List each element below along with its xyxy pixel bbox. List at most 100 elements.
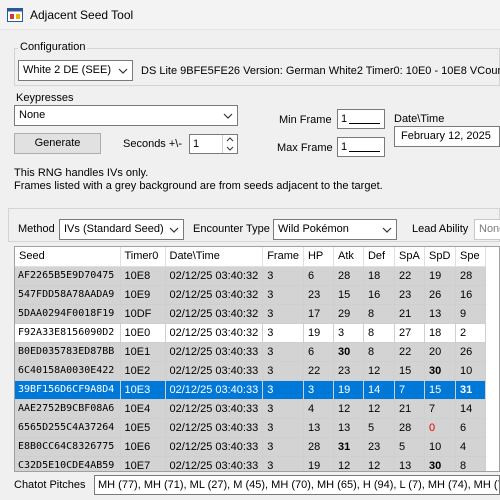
table-cell: 5DAA0294F0018F19 bbox=[15, 304, 121, 324]
results-table: Seed Timer0 Date\Time Frame HP Atk Def SpA SpD Sp… bbox=[15, 247, 486, 471]
table-cell: 15 bbox=[333, 285, 364, 305]
table-row[interactable]: 6565D255C4A37264 10E5 02/12/25 03:40:33 3 13… bbox=[15, 418, 486, 438]
table-cell: 28 bbox=[333, 266, 364, 286]
table-cell: 28 bbox=[303, 437, 334, 457]
table-cell: AF2265B5E9D70475 bbox=[15, 266, 121, 286]
table-cell: 4 bbox=[455, 437, 486, 457]
table-cell: 23 bbox=[333, 361, 364, 381]
table-cell: 8 bbox=[455, 456, 486, 471]
table-cell: 10E3 bbox=[120, 380, 166, 400]
table-row[interactable]: B0ED035783ED87BB 10E1 02/12/25 03:40:33 3 6 3… bbox=[15, 342, 486, 362]
app-icon bbox=[7, 8, 23, 22]
keypresses-dropdown[interactable]: None bbox=[14, 105, 238, 126]
table-cell: 28 bbox=[455, 266, 486, 286]
configuration-dropdown[interactable]: White 2 DE (SEE) bbox=[18, 60, 133, 81]
chevron-down-icon bbox=[380, 222, 394, 237]
table-cell: 30 bbox=[333, 342, 364, 362]
table-cell: 10E9 bbox=[120, 285, 166, 305]
column-header[interactable]: Date\Time bbox=[165, 247, 264, 267]
table-row[interactable]: AF2265B5E9D70475 10E8 02/12/25 03:40:32 3 6 2… bbox=[15, 266, 486, 286]
table-row[interactable]: F92A33E8156090D2 10E0 02/12/25 03:40:32 3 19… bbox=[15, 323, 486, 343]
chevron-down-icon bbox=[167, 222, 181, 237]
table-cell: 0 bbox=[424, 418, 456, 438]
table-header: Seed Timer0 Date\Time Frame HP Atk Def SpA SpD Sp… bbox=[15, 247, 486, 267]
table-cell: 26 bbox=[455, 342, 486, 362]
table-cell: 3 bbox=[303, 380, 334, 400]
max-frame-input[interactable]: 1 bbox=[337, 137, 385, 157]
seconds-spinner[interactable]: 1 bbox=[189, 134, 238, 154]
table-row[interactable]: AAE2752B9CBF08A6 10E4 02/12/25 03:40:33 3 4 1… bbox=[15, 399, 486, 419]
table-cell: 18 bbox=[363, 266, 395, 286]
input-underline bbox=[349, 123, 380, 124]
column-header[interactable]: SpA bbox=[394, 247, 425, 267]
table-cell: 6 bbox=[455, 418, 486, 438]
info-line-1: This RNG handles IVs only. bbox=[14, 167, 149, 179]
table-cell: 15 bbox=[424, 380, 456, 400]
table-cell: 19 bbox=[424, 266, 456, 286]
keypresses-label: Keypresses bbox=[16, 92, 74, 104]
table-row[interactable]: 39BF156D6CF9A8D4 10E3 02/12/25 03:40:33 3 3 1… bbox=[15, 380, 486, 400]
info-line-2: Frames listed with a grey background are… bbox=[14, 180, 383, 192]
generate-button[interactable]: Generate bbox=[14, 133, 101, 154]
column-header[interactable]: Def bbox=[363, 247, 395, 267]
lead-ability-label: Lead Ability bbox=[412, 223, 469, 235]
table-row[interactable]: 547FDD58A78AADA9 10E9 02/12/25 03:40:32 3 23… bbox=[15, 285, 486, 305]
table-cell: B0ED035783ED87BB bbox=[15, 342, 121, 362]
table-cell: 19 bbox=[303, 456, 334, 471]
table-cell: 02/12/25 03:40:33 bbox=[165, 418, 264, 438]
table-cell: 13 bbox=[424, 304, 456, 324]
table-cell: 12 bbox=[363, 361, 395, 381]
column-header[interactable]: Atk bbox=[333, 247, 364, 267]
spin-down-icon[interactable] bbox=[223, 144, 237, 153]
chatot-row: Chatot Pitches MH (77), MH (71), ML (27)… bbox=[0, 472, 500, 500]
table-cell: 22 bbox=[303, 361, 334, 381]
table-cell: 3 bbox=[262, 456, 304, 471]
table-cell: 26 bbox=[424, 285, 456, 305]
column-header[interactable]: Frame bbox=[262, 247, 304, 267]
table-cell: 10E7 bbox=[120, 456, 166, 471]
chatot-pitches-field[interactable]: MH (77), MH (71), ML (27), M (45), MH (7… bbox=[94, 475, 500, 495]
table-row[interactable]: 5DAA0294F0018F19 10DF 02/12/25 03:40:32 3 17… bbox=[15, 304, 486, 324]
column-header[interactable]: Spe bbox=[455, 247, 486, 267]
spin-up-icon[interactable] bbox=[223, 135, 237, 144]
table-cell: 10E0 bbox=[120, 323, 166, 343]
table-cell: 3 bbox=[333, 323, 364, 343]
column-header[interactable]: HP bbox=[303, 247, 334, 267]
datetime-picker[interactable]: February 12, 2025 bbox=[394, 126, 500, 147]
table-cell: 10E8 bbox=[120, 266, 166, 286]
table-cell: 10E6 bbox=[120, 437, 166, 457]
table-cell: 4 bbox=[303, 399, 334, 419]
table-cell: 22 bbox=[394, 342, 425, 362]
table-cell: 8 bbox=[363, 304, 395, 324]
table-cell: 7 bbox=[424, 399, 456, 419]
lead-ability-dropdown[interactable]: None bbox=[474, 219, 500, 240]
encounter-type-dropdown[interactable]: Wild Pokémon bbox=[273, 219, 397, 240]
table-row[interactable]: C32D5E10CDE4AB59 10E7 02/12/25 03:40:33 3 19… bbox=[15, 456, 486, 471]
table-cell: 12 bbox=[363, 399, 395, 419]
table-cell: 13 bbox=[303, 418, 334, 438]
table-cell: 3 bbox=[262, 361, 304, 381]
table-cell: 8 bbox=[363, 342, 395, 362]
table-cell: 7 bbox=[394, 380, 425, 400]
spinner-buttons bbox=[222, 135, 237, 153]
method-dropdown[interactable]: IVs (Standard Seed) bbox=[59, 219, 184, 240]
table-cell: 23 bbox=[394, 285, 425, 305]
min-frame-input[interactable]: 1 bbox=[337, 109, 385, 129]
method-label: Method bbox=[18, 223, 55, 235]
table-cell: 02/12/25 03:40:32 bbox=[165, 323, 264, 343]
table-row[interactable]: E8B0CC64C8326775 10E6 02/12/25 03:40:33 3 28… bbox=[15, 437, 486, 457]
column-header[interactable]: Seed bbox=[15, 247, 121, 267]
datetime-label: Date\Time bbox=[394, 113, 445, 125]
table-row[interactable]: 6C40158A0030E422 10E2 02/12/25 03:40:33 3 22… bbox=[15, 361, 486, 381]
column-header[interactable]: Timer0 bbox=[120, 247, 166, 267]
encounter-type-value: Wild Pokémon bbox=[278, 223, 349, 235]
chevron-down-icon bbox=[116, 63, 130, 78]
column-header[interactable]: SpD bbox=[424, 247, 456, 267]
results-grid[interactable]: Seed Timer0 Date\Time Frame HP Atk Def SpA SpD Sp… bbox=[14, 246, 500, 472]
table-cell: 39BF156D6CF9A8D4 bbox=[15, 380, 121, 400]
table-cell: 5 bbox=[394, 437, 425, 457]
table-cell: 547FDD58A78AADA9 bbox=[15, 285, 121, 305]
table-cell: 6C40158A0030E422 bbox=[15, 361, 121, 381]
table-cell: 16 bbox=[363, 285, 395, 305]
table-cell: 28 bbox=[394, 418, 425, 438]
